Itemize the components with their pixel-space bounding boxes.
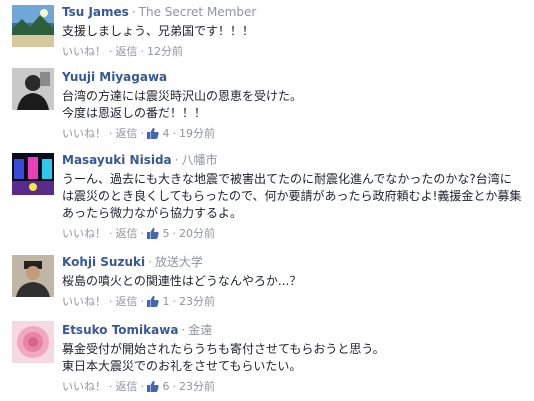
action-separator: · <box>140 45 145 58</box>
timestamp[interactable]: 19分前 <box>179 127 215 140</box>
comment-text-line: あったら微力ながら協力するよ。 <box>62 206 243 220</box>
thumbs-up-icon[interactable] <box>147 295 159 307</box>
avatar[interactable] <box>12 68 54 110</box>
comment-text: 台湾の方達には震災時沢山の恩恵を受けた。 今度は恩返しの番だ！！！ <box>62 88 526 122</box>
comment-text-line: 支援しましょう、兄弟国です！！！ <box>62 24 255 38</box>
action-separator: · <box>172 380 177 393</box>
timestamp[interactable]: 23分前 <box>179 380 215 393</box>
action-separator: · <box>109 295 113 308</box>
comment-item: Etsuko Tomikawa · 金遠 募金受付が開始されたらうちも寄付させてもら… <box>0 318 534 401</box>
comment-text-line: 募金受付が開始されたらうちも寄付させてもらおうと思う。 <box>62 342 385 356</box>
arcade-avatar-icon <box>12 153 54 195</box>
avatar[interactable] <box>12 5 54 47</box>
comment-body: Tsu James · The Secret Member 支援しましょう、兄弟国で… <box>62 4 526 59</box>
comment-text: 桜島の噴火との関連性はどうなんやろか...？ <box>62 273 526 290</box>
author-name[interactable]: Etsuko Tomikawa <box>62 323 178 337</box>
person-avatar-icon <box>12 255 54 297</box>
like-link[interactable]: いいね！ <box>62 127 106 140</box>
author-meta: 金遠 <box>188 323 213 337</box>
timestamp[interactable]: 12分前 <box>147 45 183 58</box>
comment-text-line: 今度は恩返しの番だ！！！ <box>62 106 207 120</box>
comment-text: 募金受付が開始されたらうちも寄付させてもらおうと思う。 東日本大震災でのお礼をさ… <box>62 341 526 375</box>
comment-actions: いいね！ · 返信 · 4 · 19分前 <box>62 127 526 141</box>
comment-item: Yuuji Miyagawa 台湾の方達には震災時沢山の恩恵を受けた。 今度は恩… <box>0 68 534 148</box>
timestamp[interactable]: 20分前 <box>179 227 215 240</box>
thumbs-up-icon[interactable] <box>147 227 159 239</box>
action-separator: · <box>172 127 177 140</box>
action-separator: · <box>109 45 113 58</box>
comment-body: Etsuko Tomikawa · 金遠 募金受付が開始されたらうちも寄付させてもら… <box>62 322 526 394</box>
comment-item: Kohji Suzuki · 放送大学 桜島の噴火との関連性はどうなんやろか...？… <box>0 252 534 316</box>
comment-text-line: うーん、過去にも大きな地震で被害出てたのに耐震化進んでなかったのかな?台湾に <box>62 172 512 186</box>
author-meta: The Secret Member <box>138 5 257 19</box>
action-separator: · <box>109 127 113 140</box>
action-separator: · <box>172 227 177 240</box>
comment-text: うーん、過去にも大きな地震で被害出てたのに耐震化進んでなかったのかな?台湾に は… <box>62 171 526 222</box>
comment-body: Yuuji Miyagawa 台湾の方達には震災時沢山の恩恵を受けた。 今度は恩… <box>62 69 526 141</box>
like-link[interactable]: いいね！ <box>62 295 106 308</box>
thumbs-up-icon[interactable] <box>147 127 159 139</box>
landscape-avatar-icon <box>12 5 54 47</box>
avatar[interactable] <box>12 255 54 297</box>
action-separator: · <box>140 127 145 140</box>
reply-link[interactable]: 返信 <box>116 45 138 58</box>
meta-separator: · <box>181 323 186 337</box>
like-count[interactable]: 6 <box>163 380 170 393</box>
author-meta: 放送大学 <box>154 255 203 269</box>
like-link[interactable]: いいね！ <box>62 380 106 393</box>
comment-body: Masayuki Nisida · 八幡市 うーん、過去にも大きな地震で被害出てたの… <box>62 152 526 241</box>
like-link[interactable]: いいね！ <box>62 45 106 58</box>
like-count[interactable]: 5 <box>163 227 170 240</box>
reply-link[interactable]: 返信 <box>116 127 138 140</box>
thumbs-up-icon[interactable] <box>147 380 159 392</box>
like-link[interactable]: いいね！ <box>62 227 106 240</box>
action-separator: · <box>172 295 177 308</box>
author-meta: 八幡市 <box>181 153 218 167</box>
comment-actions: いいね！ · 返信 · 6 · 23分前 <box>62 380 526 394</box>
comment-header: Kohji Suzuki · 放送大学 <box>62 254 526 270</box>
person-avatar-icon <box>12 68 54 110</box>
comment-text: 支援しましょう、兄弟国です！！！ <box>62 23 526 40</box>
comment-actions: いいね！ · 返信 · 12分前 <box>62 45 526 59</box>
action-separator: · <box>140 295 145 308</box>
action-separator: · <box>140 380 145 393</box>
meta-separator: · <box>174 153 179 167</box>
comment-header: Tsu James · The Secret Member <box>62 4 526 20</box>
meta-separator: · <box>131 5 136 19</box>
comment-item: Tsu James · The Secret Member 支援しましょう、兄弟国で… <box>0 2 534 64</box>
like-count[interactable]: 1 <box>163 295 170 308</box>
reply-link[interactable]: 返信 <box>116 380 138 393</box>
comment-actions: いいね！ · 返信 · 5 · 20分前 <box>62 227 526 241</box>
author-name[interactable]: Masayuki Nisida <box>62 153 172 167</box>
action-separator: · <box>109 380 113 393</box>
author-name[interactable]: Tsu James <box>62 5 129 19</box>
action-separator: · <box>140 227 145 240</box>
comment-actions: いいね！ · 返信 · 1 · 23分前 <box>62 295 526 309</box>
comment-text-line: 東日本大震災でのお礼をさせてもらいたい。 <box>62 359 302 373</box>
reply-link[interactable]: 返信 <box>116 227 138 240</box>
comment-text-line: 桜島の噴火との関連性はどうなんやろか...？ <box>62 274 302 288</box>
comment-header: Etsuko Tomikawa · 金遠 <box>62 322 526 338</box>
author-name[interactable]: Kohji Suzuki <box>62 255 145 269</box>
timestamp[interactable]: 23分前 <box>179 295 215 308</box>
comment-text-line: は震災のとき良くしてもらったので、何か要請があったら政府頼むよ!義援金とか募集 <box>62 189 522 203</box>
avatar[interactable] <box>12 153 54 195</box>
avatar[interactable] <box>12 321 54 363</box>
comment-item: Masayuki Nisida · 八幡市 うーん、過去にも大きな地震で被害出てたの… <box>0 150 534 250</box>
meta-separator: · <box>148 255 152 269</box>
action-separator: · <box>109 227 113 240</box>
comment-text-line: 台湾の方達には震災時沢山の恩恵を受けた。 <box>62 89 303 103</box>
reply-link[interactable]: 返信 <box>116 295 138 308</box>
author-name[interactable]: Yuuji Miyagawa <box>62 70 167 84</box>
rose-avatar-icon <box>12 321 54 363</box>
comment-body: Kohji Suzuki · 放送大学 桜島の噴火との関連性はどうなんやろか...？… <box>62 254 526 309</box>
comment-header: Yuuji Miyagawa <box>62 69 526 85</box>
like-count[interactable]: 4 <box>163 127 170 140</box>
comment-header: Masayuki Nisida · 八幡市 <box>62 152 526 168</box>
